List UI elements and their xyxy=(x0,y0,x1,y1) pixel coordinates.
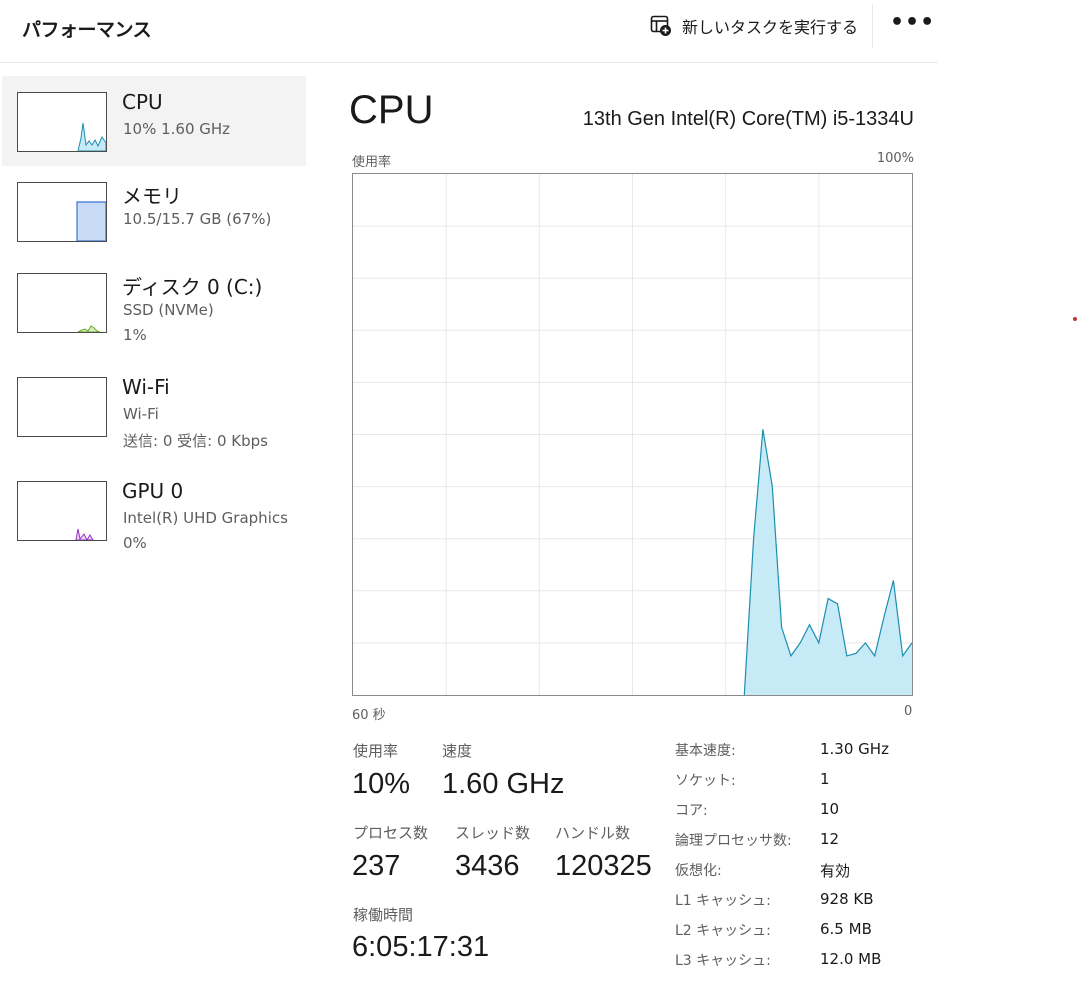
sidebar-item-usage: 1% xyxy=(123,326,147,344)
cpu-model-name: 13th Gen Intel(R) Core(TM) i5-1334U xyxy=(582,108,914,130)
sidebar-item-disk[interactable]: ディスク 0 (C:) SSD (NVMe) 1% xyxy=(2,257,306,347)
spec-value: 928 KB xyxy=(820,890,874,908)
sidebar-item-cpu[interactable]: CPU 10% 1.60 GHz xyxy=(2,76,306,166)
gpu-thumbnail-graph xyxy=(17,481,107,541)
speed-value: 1.60 GHz xyxy=(442,768,565,800)
spec-label: 論理プロセッサ数: xyxy=(675,833,792,849)
handle-count-label: ハンドル数 xyxy=(555,824,631,842)
spec-value: 1.30 GHz xyxy=(820,740,889,758)
spec-value: 12 xyxy=(820,830,840,848)
graph-ymax-label: 100% xyxy=(876,151,914,166)
speed-label: 速度 xyxy=(442,742,473,760)
spec-label: L2 キャッシュ: xyxy=(675,923,771,939)
uptime-label: 稼働時間 xyxy=(353,906,414,924)
stray-marker-dot xyxy=(1073,317,1077,321)
sidebar-item-title: ディスク 0 (C:) xyxy=(122,275,263,299)
sidebar-item-title: GPU 0 xyxy=(122,479,184,503)
sidebar-item-title: Wi-Fi xyxy=(122,375,170,399)
more-options-icon[interactable]: ••• xyxy=(890,8,934,42)
graph-x-end-label: 0 xyxy=(904,704,913,719)
run-new-task-label: 新しいタスクを実行する xyxy=(682,18,859,37)
spec-label: 基本速度: xyxy=(675,743,736,759)
sidebar-item-title: CPU xyxy=(122,90,163,114)
uptime-value: 6:05:17:31 xyxy=(352,931,490,963)
header-divider xyxy=(872,4,873,48)
cpu-usage-graph xyxy=(352,173,913,696)
usage-label: 使用率 xyxy=(353,742,399,760)
cpu-usage-chart xyxy=(353,174,913,696)
sidebar-item-detail: SSD (NVMe) xyxy=(123,301,214,319)
process-count-value: 237 xyxy=(352,850,401,882)
spec-value: 12.0 MB xyxy=(820,950,882,968)
page-title: パフォーマンス xyxy=(22,19,152,41)
memory-thumbnail-graph xyxy=(17,182,107,242)
sidebar-item-wifi[interactable]: Wi-Fi Wi-Fi 送信: 0 受信: 0 Kbps xyxy=(2,361,306,451)
sidebar-item-memory[interactable]: メモリ 10.5/15.7 GB (67%) xyxy=(2,166,306,256)
sidebar-item-detail: 10.5/15.7 GB (67%) xyxy=(123,210,272,228)
usage-value: 10% xyxy=(352,768,411,800)
spec-value: 10 xyxy=(820,800,840,818)
new-task-icon xyxy=(650,15,671,36)
graph-ylabel: 使用率 xyxy=(352,155,392,170)
spec-value: 1 xyxy=(820,770,830,788)
sidebar-item-gpu[interactable]: GPU 0 Intel(R) UHD Graphics 0% xyxy=(2,465,306,555)
process-count-label: プロセス数 xyxy=(353,824,429,842)
disk-thumbnail-graph xyxy=(17,273,107,333)
sidebar-item-usage: 0% xyxy=(123,534,147,552)
sidebar-item-detail: 10% 1.60 GHz xyxy=(123,120,231,138)
thread-count-label: スレッド数 xyxy=(455,824,531,842)
spec-label: 仮想化: xyxy=(675,863,722,879)
wifi-thumbnail-graph xyxy=(17,377,107,437)
header-bar: パフォーマンス 新しいタスクを実行する ••• xyxy=(0,0,938,63)
spec-value: 6.5 MB xyxy=(820,920,872,938)
spec-label: コア: xyxy=(675,803,708,819)
spec-label: L1 キャッシュ: xyxy=(675,893,771,909)
spec-label: L3 キャッシュ: xyxy=(675,953,771,969)
spec-value: 有効 xyxy=(820,862,851,880)
handle-count-value: 120325 xyxy=(555,850,652,882)
sidebar-item-throughput: 送信: 0 受信: 0 Kbps xyxy=(123,432,268,450)
graph-x-start-label: 60 秒 xyxy=(352,708,386,723)
sidebar-item-detail: Intel(R) UHD Graphics xyxy=(123,509,288,527)
thread-count-value: 3436 xyxy=(455,850,520,882)
sidebar-item-title: メモリ xyxy=(122,184,182,208)
cpu-thumbnail-graph xyxy=(17,92,107,152)
sidebar-item-detail: Wi-Fi xyxy=(123,405,159,423)
run-new-task-button[interactable]: 新しいタスクを実行する xyxy=(650,12,858,40)
spec-label: ソケット: xyxy=(675,773,736,789)
main-title: CPU xyxy=(349,88,434,132)
